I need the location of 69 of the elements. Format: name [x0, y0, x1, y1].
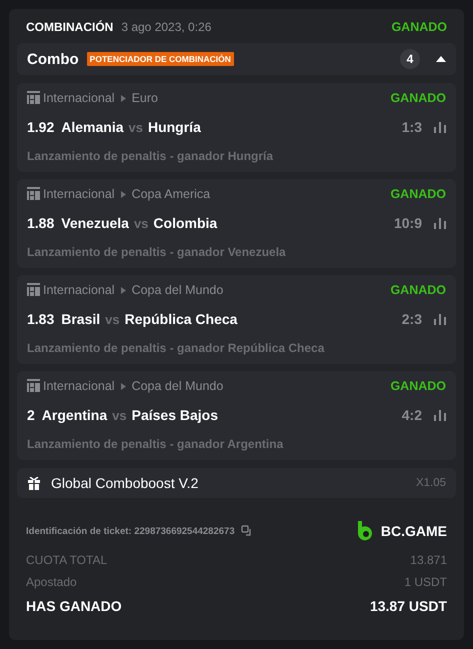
- total-label: Apostado: [26, 575, 77, 589]
- bet-type: COMBINACIÓN: [26, 20, 114, 34]
- combo-header[interactable]: Combo POTENCIADOR DE COMBINACIÓN 4: [17, 43, 456, 75]
- chevron-icon: [120, 190, 126, 198]
- boost-multiplier: X1.05: [416, 477, 446, 489]
- versus-label: vs: [134, 216, 148, 230]
- boost-tag: POTENCIADOR DE COMBINACIÓN: [86, 52, 234, 66]
- chevron-icon: [120, 94, 126, 102]
- market-description: Lanzamiento de penaltis - ganador República Checa: [27, 341, 326, 355]
- match-score: 2:3: [402, 311, 422, 327]
- odds: 1.83: [27, 311, 54, 327]
- selection-count: 4: [400, 49, 420, 69]
- market-description: Lanzamiento de penaltis - ganador Hungría: [27, 149, 274, 163]
- versus-label: vs: [105, 312, 120, 326]
- home-team: Venezuela: [61, 215, 129, 231]
- league-name: Internacional: [43, 187, 115, 201]
- versus-label: vs: [128, 120, 143, 134]
- match-status: GANADO: [390, 379, 446, 393]
- combo-title: Combo: [27, 50, 79, 68]
- total-label: CUOTA TOTAL: [26, 553, 108, 567]
- game-logo-icon: [27, 379, 40, 393]
- market-description: Lanzamiento de penaltis - ganador Venezuela: [27, 245, 287, 259]
- ticket-id: Identificación de ticket: 2298736692544282673: [26, 526, 235, 536]
- away-team: Hungría: [148, 119, 201, 135]
- home-team: Alemania: [61, 119, 124, 135]
- market-description: Lanzamiento de penaltis - ganador Argentina: [27, 437, 284, 451]
- bet-date: 3 ago 2023, 0:26: [121, 20, 212, 34]
- gift-icon: [27, 476, 41, 490]
- tournament-name: Copa del Mundo: [132, 283, 224, 297]
- stats-icon[interactable]: [434, 218, 446, 228]
- league-name: Internacional: [43, 283, 115, 297]
- copy-icon[interactable]: [240, 525, 253, 537]
- tournament-name: Euro: [132, 91, 158, 105]
- brand-logo-icon: [358, 521, 373, 541]
- total-value: 13.87 USDT: [370, 598, 447, 614]
- bet-status: GANADO: [391, 20, 447, 34]
- total-value: 13.871: [410, 553, 447, 567]
- odds: 1.92: [27, 119, 54, 135]
- match-status: GANADO: [390, 187, 446, 201]
- stats-icon[interactable]: [434, 410, 446, 420]
- match-score: 1:3: [402, 119, 422, 135]
- away-team: República Checa: [124, 311, 238, 327]
- match-status: GANADO: [390, 91, 446, 105]
- brand-name: BC.GAME: [380, 523, 447, 539]
- match-score: 10:9: [394, 215, 422, 231]
- away-team: Países Bajos: [132, 407, 218, 423]
- stats-icon[interactable]: [434, 314, 446, 324]
- game-logo-icon: [27, 187, 40, 201]
- chevron-icon: [120, 382, 126, 390]
- tournament-name: Copa America: [132, 187, 210, 201]
- odds: 2: [27, 407, 35, 423]
- chevron-icon: [120, 286, 126, 294]
- home-team: Argentina: [42, 407, 108, 423]
- versus-label: vs: [112, 408, 127, 422]
- home-team: Brasil: [61, 311, 100, 327]
- boost-name: Global Comboboost V.2: [51, 475, 198, 491]
- away-team: Colombia: [153, 215, 218, 231]
- match-score: 4:2: [402, 407, 422, 423]
- game-logo-icon: [27, 283, 40, 297]
- game-logo-icon: [27, 91, 40, 105]
- match-status: GANADO: [390, 283, 446, 297]
- odds: 1.88: [27, 215, 54, 231]
- tournament-name: Copa del Mundo: [132, 379, 224, 393]
- stats-icon[interactable]: [434, 122, 446, 132]
- total-label: HAS GANADO: [26, 598, 122, 614]
- league-name: Internacional: [43, 379, 115, 393]
- total-value: 1 USDT: [404, 575, 447, 589]
- caret-icon[interactable]: [436, 56, 446, 62]
- league-name: Internacional: [43, 91, 115, 105]
